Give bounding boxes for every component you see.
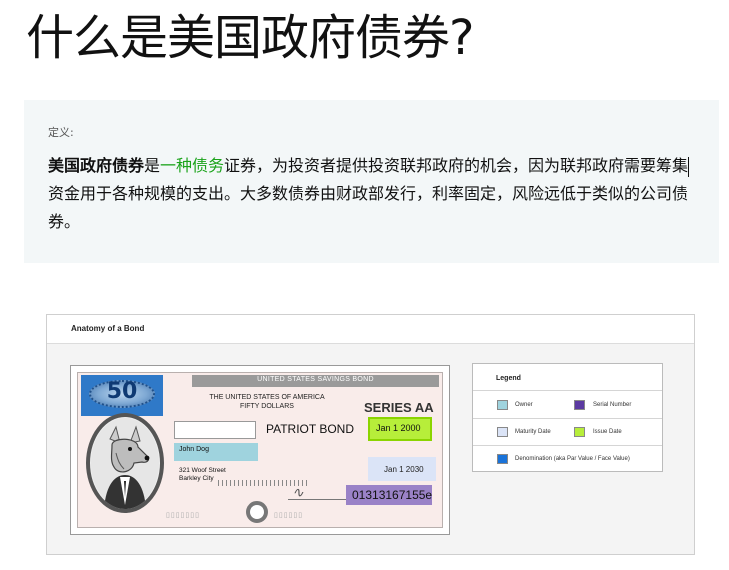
maturity-date-swatch bbox=[497, 427, 508, 437]
issuer-line-1: THE UNITED STATES OF AMERICA bbox=[209, 394, 325, 401]
signature-line bbox=[288, 499, 348, 500]
issue-date-swatch bbox=[574, 427, 585, 437]
legend-serial-number: Serial Number bbox=[593, 402, 632, 408]
seal-circle bbox=[246, 501, 268, 523]
legend-issue-date: Issue Date bbox=[593, 429, 622, 435]
bond-header-bar: UNITED STATES SAVINGS BOND bbox=[192, 375, 439, 387]
owner-name: John Dog bbox=[179, 446, 209, 453]
legend-owner: Owner bbox=[515, 402, 533, 408]
owner-swatch bbox=[497, 400, 508, 410]
definition-box: 定义: 美国政府债券是一种债务证券，为投资者提供投资联邦政府的机会，因为联邦政府… bbox=[24, 100, 719, 263]
bond-anatomy-figure: Anatomy of a Bond UNITED STATES SAVINGS … bbox=[46, 314, 695, 555]
microprint-left: ▯▯▯▯▯▯▯ bbox=[166, 512, 200, 519]
address-line-1: 321 Woof Street bbox=[179, 467, 226, 474]
serial-number: 01313167155e bbox=[352, 488, 433, 502]
legend-row-3: Denomination (aka Par Value / Face Value… bbox=[473, 445, 662, 473]
issuer-line-2: FIFTY DOLLARS bbox=[240, 403, 294, 410]
definition-connector: 是 bbox=[144, 156, 161, 175]
debt-link[interactable]: 一种债务 bbox=[160, 156, 224, 175]
figure-header: Anatomy of a Bond bbox=[47, 315, 694, 344]
savings-bond: UNITED STATES SAVINGS BOND 50 THE UNITED… bbox=[77, 372, 443, 528]
issue-date: Jan 1 2000 bbox=[376, 423, 421, 433]
serial-number-swatch bbox=[574, 400, 585, 410]
legend-denomination: Denomination (aka Par Value / Face Value… bbox=[515, 456, 630, 462]
denomination-highlight: 50 bbox=[81, 375, 163, 416]
owner-field-outline bbox=[174, 421, 256, 439]
denomination-value: 50 bbox=[106, 379, 138, 404]
legend-box: Legend Owner Serial Number Maturity Date… bbox=[472, 363, 663, 472]
bond-image-frame: UNITED STATES SAVINGS BOND 50 THE UNITED… bbox=[70, 365, 450, 535]
dog-portrait bbox=[86, 413, 164, 513]
legend-row-1: Owner Serial Number bbox=[473, 390, 662, 419]
denomination-swatch bbox=[497, 454, 508, 464]
definition-label: 定义: bbox=[48, 126, 74, 139]
maturity-date: Jan 1 2030 bbox=[384, 465, 424, 474]
legend-maturity-date: Maturity Date bbox=[515, 429, 551, 435]
figure-title: Anatomy of a Bond bbox=[71, 324, 145, 333]
dog-portrait-icon bbox=[91, 418, 159, 509]
series-label: SERIES AA bbox=[364, 400, 434, 415]
text-caret bbox=[688, 157, 689, 177]
bond-header-text: UNITED STATES SAVINGS BOND bbox=[257, 376, 374, 383]
page-title: 什么是美国政府债券? bbox=[26, 10, 474, 66]
bond-name: PATRIOT BOND bbox=[266, 422, 355, 436]
legend-title: Legend bbox=[496, 375, 521, 382]
legend-row-2: Maturity Date Issue Date bbox=[473, 418, 662, 446]
microprint-right: ▯▯▯▯▯▯ bbox=[274, 512, 304, 519]
definition-term: 美国政府债券 bbox=[48, 156, 145, 175]
definition-text: 美国政府债券是一种债务证券，为投资者提供投资联邦政府的机会，因为联邦政府需要筹集… bbox=[48, 152, 695, 236]
